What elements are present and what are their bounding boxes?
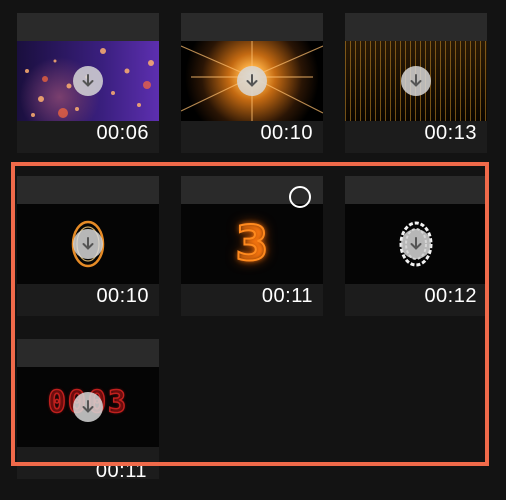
card-header	[17, 339, 159, 367]
template-thumbnail	[17, 41, 159, 121]
card-header	[17, 176, 159, 204]
template-card[interactable]: 00:10	[17, 176, 159, 316]
download-icon	[246, 74, 258, 87]
duration-label: 00:06	[96, 122, 149, 144]
download-icon	[410, 74, 422, 87]
download-button[interactable]	[401, 229, 431, 259]
download-button[interactable]	[73, 66, 103, 96]
download-button[interactable]	[73, 229, 103, 259]
card-header	[345, 13, 487, 41]
neon-number: 3	[234, 215, 269, 273]
duration-label: 00:12	[424, 285, 477, 307]
card-header	[345, 176, 487, 204]
template-thumbnail: 0003	[17, 367, 159, 447]
template-card[interactable]: 00:12	[345, 176, 487, 316]
card-header	[181, 13, 323, 41]
card-header	[17, 13, 159, 41]
template-card[interactable]: 00:10	[181, 13, 323, 153]
download-button[interactable]	[401, 66, 431, 96]
select-circle-icon[interactable]	[289, 186, 311, 208]
template-card[interactable]: 00:13	[345, 13, 487, 153]
template-thumbnail: 3	[181, 204, 323, 284]
download-icon	[82, 400, 94, 413]
download-icon	[410, 237, 422, 250]
template-card[interactable]: 0003 00:11	[17, 339, 159, 479]
download-icon	[82, 237, 94, 250]
duration-label: 00:10	[260, 122, 313, 144]
download-button[interactable]	[73, 392, 103, 422]
duration-label: 00:11	[261, 285, 313, 307]
template-thumbnail	[345, 41, 487, 121]
template-card[interactable]: 3 00:11	[181, 176, 323, 316]
duration-label: 00:11	[95, 460, 147, 479]
download-icon	[82, 74, 94, 87]
template-card[interactable]: 00:06	[17, 13, 159, 153]
duration-label: 00:13	[424, 122, 477, 144]
download-button[interactable]	[237, 66, 267, 96]
template-thumbnail	[181, 41, 323, 121]
template-thumbnail	[345, 204, 487, 284]
duration-label: 00:10	[96, 285, 149, 307]
template-thumbnail	[17, 204, 159, 284]
